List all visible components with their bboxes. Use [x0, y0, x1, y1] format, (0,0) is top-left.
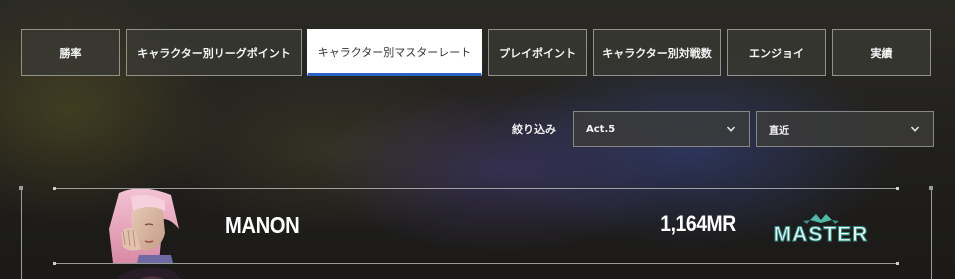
frame-side-left: [21, 190, 22, 279]
tab-enjoy[interactable]: エンジョイ: [727, 29, 826, 76]
border-dot: [896, 187, 899, 190]
tab-label: 勝率: [59, 46, 82, 60]
next-character-portrait: [112, 265, 186, 279]
border-dot: [53, 187, 56, 190]
character-name: MANON: [225, 212, 300, 238]
chevron-down-icon: [910, 126, 920, 132]
row-bottom-border: [55, 263, 897, 264]
season-select[interactable]: Act.5: [573, 111, 750, 147]
rank-label: MASTER: [774, 223, 869, 245]
border-dot: [896, 262, 899, 265]
tab-label: 実績: [870, 46, 893, 60]
tab-character-matches[interactable]: キャラクター別対戦数: [593, 29, 721, 76]
badge-crown-icon: [810, 214, 832, 223]
tab-play-points[interactable]: プレイポイント: [488, 29, 587, 76]
frame-side-right: [931, 190, 932, 279]
character-portrait: [101, 189, 187, 263]
tab-bar: 勝率 キャラクター別リーグポイント キャラクター別マスターレート プレイポイント…: [21, 29, 931, 76]
season-select-value: Act.5: [586, 123, 616, 135]
filter-label: 絞り込み: [512, 123, 556, 136]
period-select[interactable]: 直近: [756, 111, 934, 147]
tab-win-rate[interactable]: 勝率: [21, 29, 120, 76]
tab-label: キャラクター別リーグポイント: [137, 46, 291, 60]
tab-label: プレイポイント: [499, 46, 576, 60]
tab-achievements[interactable]: 実績: [832, 29, 931, 76]
master-rate-value: 1,164MR: [660, 211, 737, 236]
border-dot: [53, 262, 56, 265]
tab-label: キャラクター別マスターレート: [317, 45, 472, 59]
tab-character-master-rate[interactable]: キャラクター別マスターレート: [307, 29, 482, 76]
tab-label: エンジョイ: [749, 46, 804, 60]
period-select-value: 直近: [769, 125, 789, 137]
master-rank-badge: MASTER: [773, 214, 869, 245]
chevron-down-icon: [726, 126, 736, 132]
tab-label: キャラクター別対戦数: [602, 46, 712, 60]
tab-character-league-points[interactable]: キャラクター別リーグポイント: [126, 29, 302, 76]
